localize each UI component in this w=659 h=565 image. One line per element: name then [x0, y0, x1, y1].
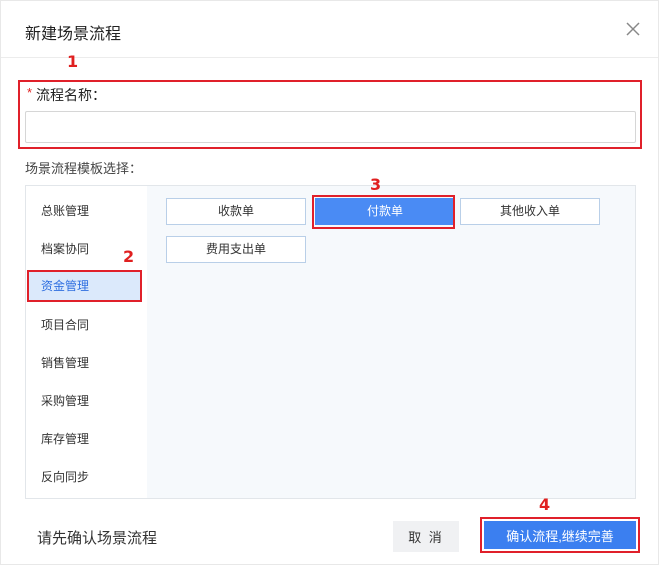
cancel-button[interactable]: 取 消	[393, 521, 459, 552]
template-other-income-button[interactable]: 其他收入单	[460, 198, 600, 225]
category-item-sales[interactable]: 销售管理	[26, 347, 147, 379]
category-item-project-contract[interactable]: 项目合同	[26, 309, 147, 341]
close-icon[interactable]	[623, 19, 643, 39]
close-icon-graphic	[626, 22, 640, 36]
step-marker-4: 4	[539, 495, 551, 514]
dialog-title: 新建场景流程	[25, 26, 122, 43]
category-item-general-ledger[interactable]: 总账管理	[26, 195, 147, 227]
new-scene-flow-dialog: 新建场景流程 1 * 流程名称： 场景流程模板选择： 总账管理 档案协同 资金管…	[0, 0, 659, 565]
category-item-reverse-sync[interactable]: 反向同步	[26, 461, 147, 493]
confirm-flow-button[interactable]: 确认流程,继续完善	[484, 521, 636, 549]
template-panel: 总账管理 档案协同 资金管理 项目合同 销售管理 采购管理 库存管理 反向同步	[25, 185, 636, 499]
template-receipt-button[interactable]: 收款单	[166, 198, 306, 225]
flow-name-input[interactable]	[25, 111, 636, 143]
flow-name-label: 流程名称：	[36, 87, 106, 103]
category-item-inventory[interactable]: 库存管理	[26, 423, 147, 455]
step-marker-2: 2	[123, 247, 135, 266]
category-item-purchase[interactable]: 采购管理	[26, 385, 147, 417]
template-select-label: 场景流程模板选择：	[25, 161, 143, 176]
footer-hint: 请先确认场景流程	[37, 530, 158, 547]
category-list: 总账管理 档案协同 资金管理 项目合同 销售管理 采购管理 库存管理 反向同步	[26, 186, 147, 498]
step-marker-3: 3	[370, 175, 382, 194]
template-expense-button[interactable]: 费用支出单	[166, 236, 306, 263]
required-mark: *	[27, 85, 33, 100]
step-marker-1: 1	[67, 52, 79, 71]
category-item-fund-management[interactable]: 资金管理	[27, 270, 142, 302]
dialog-header: 新建场景流程	[1, 1, 658, 58]
selected-template-highlight-frame	[312, 195, 455, 229]
